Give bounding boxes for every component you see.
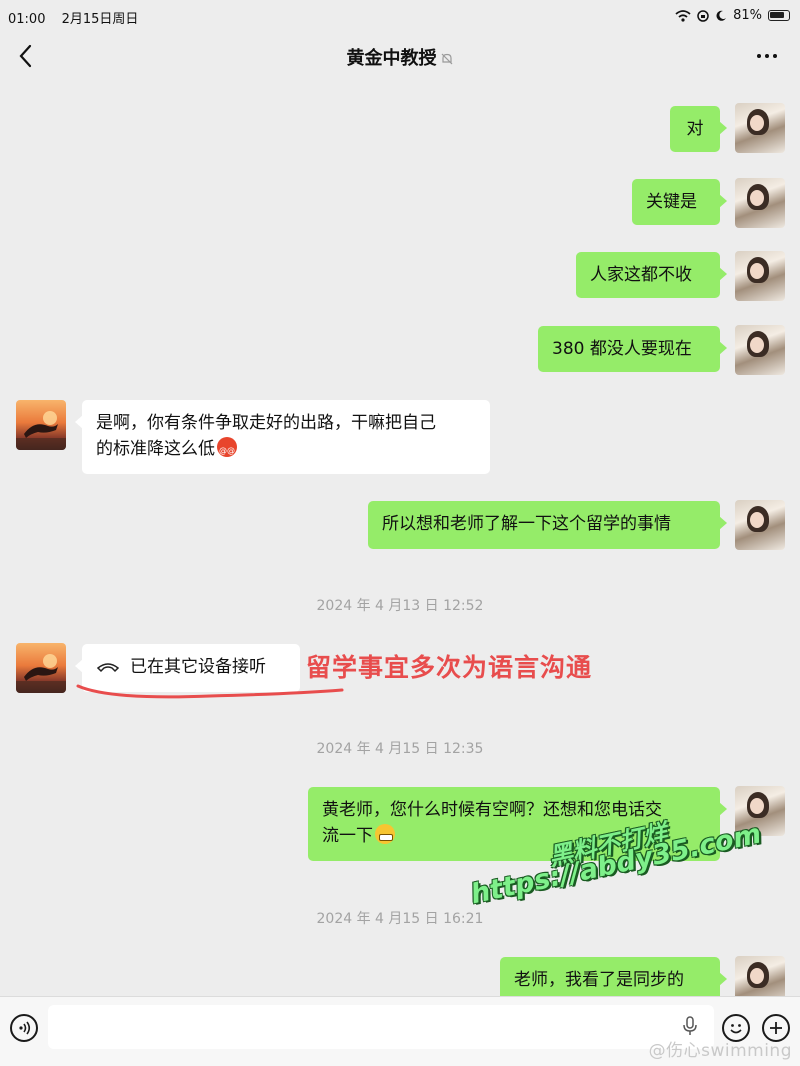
- status-time: 01:00: [8, 12, 46, 27]
- timestamp: 2024 年 4 月15 日 12:35: [316, 741, 484, 757]
- message-bubble-in[interactable]: 是啊，你有条件争取走好的出路，干嘛把自己 的标准降这么低: [75, 400, 490, 474]
- message-text: 380 都没人要现在: [552, 339, 692, 359]
- status-bar: 01:00 2月15日周日 81%: [0, 0, 800, 32]
- message-text-line: 的标准降这么低: [96, 439, 215, 459]
- bell-off-icon: [441, 53, 452, 65]
- moon-icon: [716, 10, 727, 21]
- chat-title-wrap: 黄金中教授: [0, 44, 800, 70]
- grin-face-emoji-icon: [375, 824, 395, 844]
- message-text: 关键是: [646, 192, 697, 212]
- lock-rotation-icon: [697, 9, 709, 22]
- contact-avatar[interactable]: [16, 400, 66, 450]
- chat-title: 黄金中教授: [346, 48, 437, 69]
- my-avatar[interactable]: [735, 178, 785, 228]
- timestamp: 2024 年 4 月15 日 16:21: [316, 911, 484, 927]
- battery-icon: [768, 10, 790, 21]
- weibo-watermark: @伤心swimming: [648, 1041, 792, 1061]
- timestamp: 2024 年 4 月13 日 12:52: [316, 598, 484, 614]
- my-avatar[interactable]: [735, 103, 785, 153]
- message-bubble-out[interactable]: 380 都没人要现在: [538, 326, 727, 372]
- message-text-line: 是啊，你有条件争取走好的出路，干嘛把自己: [96, 413, 436, 433]
- whale-icon: [16, 411, 66, 450]
- wifi-icon: [675, 9, 691, 22]
- message-text: 对: [686, 119, 704, 139]
- message-input[interactable]: [48, 1005, 714, 1049]
- message-bubble-out[interactable]: 对: [670, 106, 727, 152]
- whale-icon: [16, 654, 66, 693]
- message-bubble-out[interactable]: 关键是: [632, 179, 727, 225]
- message-bubble-out[interactable]: 所以想和老师了解一下这个留学的事情: [368, 501, 727, 549]
- my-avatar[interactable]: [735, 251, 785, 301]
- my-avatar[interactable]: [735, 500, 785, 550]
- message-text-line-wrap: 的标准降这么低: [96, 436, 476, 464]
- phone-hangup-icon: [96, 663, 120, 673]
- message-text: 所以想和老师了解一下这个留学的事情: [382, 514, 671, 534]
- call-record-text: 已在其它设备接听: [130, 657, 266, 677]
- message-text-line: 流一下: [322, 826, 373, 846]
- status-date: 2月15日周日: [61, 12, 139, 27]
- microphone-icon[interactable]: [682, 1015, 698, 1037]
- contact-avatar[interactable]: [16, 643, 66, 693]
- red-underline-mark: [76, 684, 344, 699]
- more-dots-icon[interactable]: [754, 46, 780, 66]
- dizzy-face-emoji-icon: [217, 437, 237, 464]
- message-text: 人家这都不收: [590, 265, 692, 285]
- chat-header: 黄金中教授: [0, 32, 800, 80]
- voice-icon[interactable]: [10, 1014, 38, 1042]
- message-bubble-out[interactable]: 人家这都不收: [576, 252, 727, 298]
- my-avatar[interactable]: [735, 325, 785, 375]
- battery-percent: 81%: [733, 8, 762, 23]
- message-text: 老师，我看了是同步的: [514, 970, 684, 990]
